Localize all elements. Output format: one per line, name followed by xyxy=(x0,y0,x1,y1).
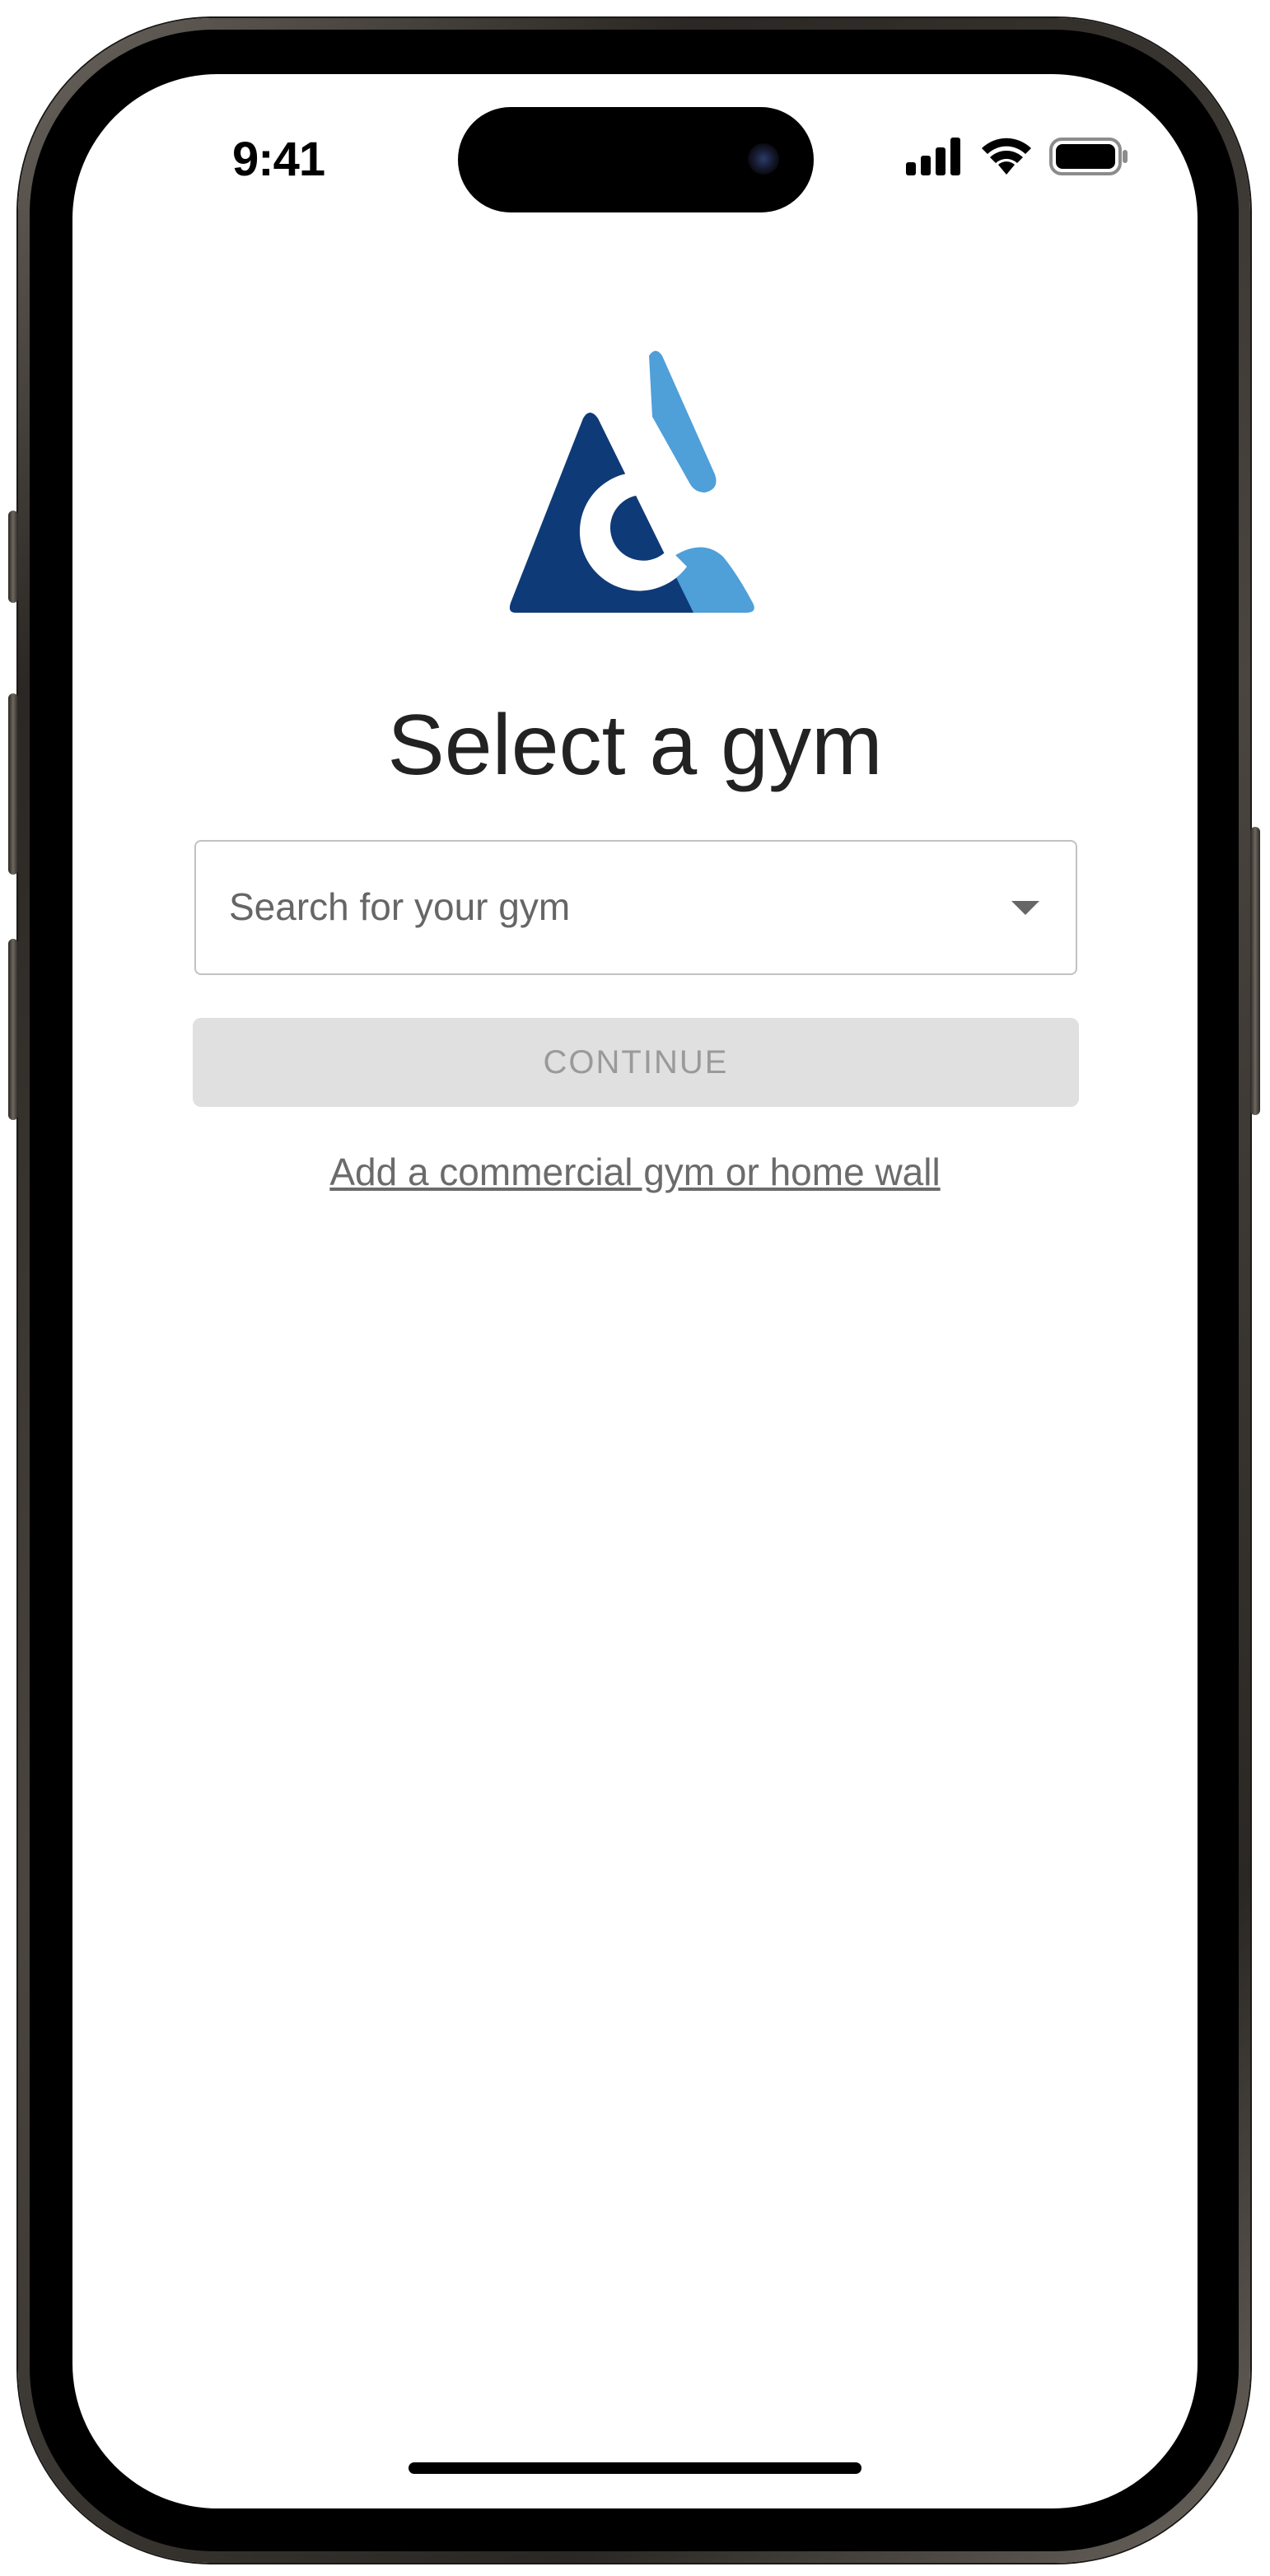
status-icons xyxy=(906,137,1128,176)
volume-up-button xyxy=(8,693,18,875)
home-indicator[interactable] xyxy=(409,2462,861,2474)
app-screen: 9:41 Select a gym Search for your gym CO… xyxy=(72,74,1198,2508)
action-button xyxy=(8,511,18,603)
wifi-icon xyxy=(982,138,1031,175)
volume-down-button xyxy=(8,939,18,1120)
battery-icon xyxy=(1049,138,1128,175)
dynamic-island xyxy=(458,107,814,212)
dropdown-caret-icon[interactable] xyxy=(1011,901,1039,915)
gym-search-select[interactable]: Search for your gym xyxy=(194,840,1077,975)
power-button xyxy=(1250,827,1260,1115)
status-time: 9:41 xyxy=(232,133,325,186)
gym-search-placeholder: Search for your gym xyxy=(229,885,571,928)
page-title: Select a gym xyxy=(387,698,883,793)
logo-light-peak xyxy=(649,351,717,492)
app-logo xyxy=(509,351,754,613)
signal-icon xyxy=(906,138,960,175)
front-camera-icon xyxy=(748,143,779,175)
add-gym-link[interactable]: Add a commercial gym or home wall xyxy=(72,1150,1198,1194)
continue-button[interactable]: CONTINUE xyxy=(193,1018,1079,1107)
